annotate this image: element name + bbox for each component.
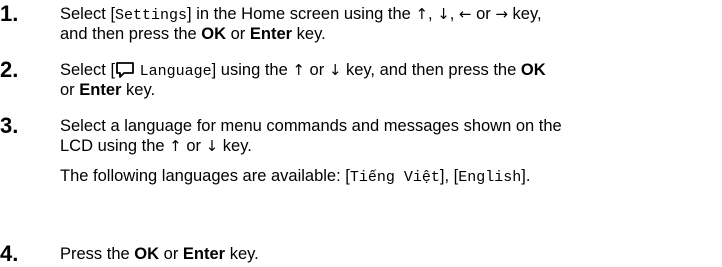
ok-key: OK xyxy=(134,245,160,263)
down-arrow-icon: ↓ xyxy=(437,5,450,23)
right-arrow-icon: → xyxy=(495,5,508,23)
step-3-line-3: The following languages are available: [… xyxy=(60,167,531,186)
enter-key: Enter xyxy=(79,81,122,99)
enter-key: Enter xyxy=(182,245,226,263)
up-arrow-icon: ↑ xyxy=(292,61,305,79)
step-2-line-1: Select [ Language] using the ↑ or ↓ key,… xyxy=(60,61,546,80)
settings-code: Settings xyxy=(115,7,188,24)
step-4-line-1: Press the OK or Enter key. xyxy=(60,245,259,263)
step-number: 1. xyxy=(0,1,19,26)
up-arrow-icon: ↑ xyxy=(415,5,429,23)
language-option-vietnamese: Tiếng Việt xyxy=(349,169,440,186)
step-number: 3. xyxy=(0,113,19,138)
language-code: Language xyxy=(139,63,212,80)
step-2-line-2: or Enter key. xyxy=(60,81,156,99)
step-number: 4. xyxy=(0,241,19,266)
left-arrow-icon: ← xyxy=(458,5,472,23)
down-arrow-icon: ↓ xyxy=(205,137,219,155)
step-1-line-2: and then press the OK or Enter key. xyxy=(60,25,326,43)
up-arrow-icon: ↑ xyxy=(169,137,182,155)
step-1-line-1: Select [Settings] in the Home screen usi… xyxy=(60,5,542,24)
step-3-line-1: Select a language for menu commands and … xyxy=(60,117,562,135)
ok-key: OK xyxy=(520,61,546,79)
step-number: 2. xyxy=(0,57,19,82)
down-arrow-icon: ↓ xyxy=(328,61,342,79)
enter-key: Enter xyxy=(249,25,293,43)
ok-key: OK xyxy=(201,25,227,43)
step-3-line-2: LCD using the ↑ or ↓ key. xyxy=(60,137,252,155)
language-option-english: English xyxy=(458,169,522,186)
language-icon xyxy=(116,62,134,78)
